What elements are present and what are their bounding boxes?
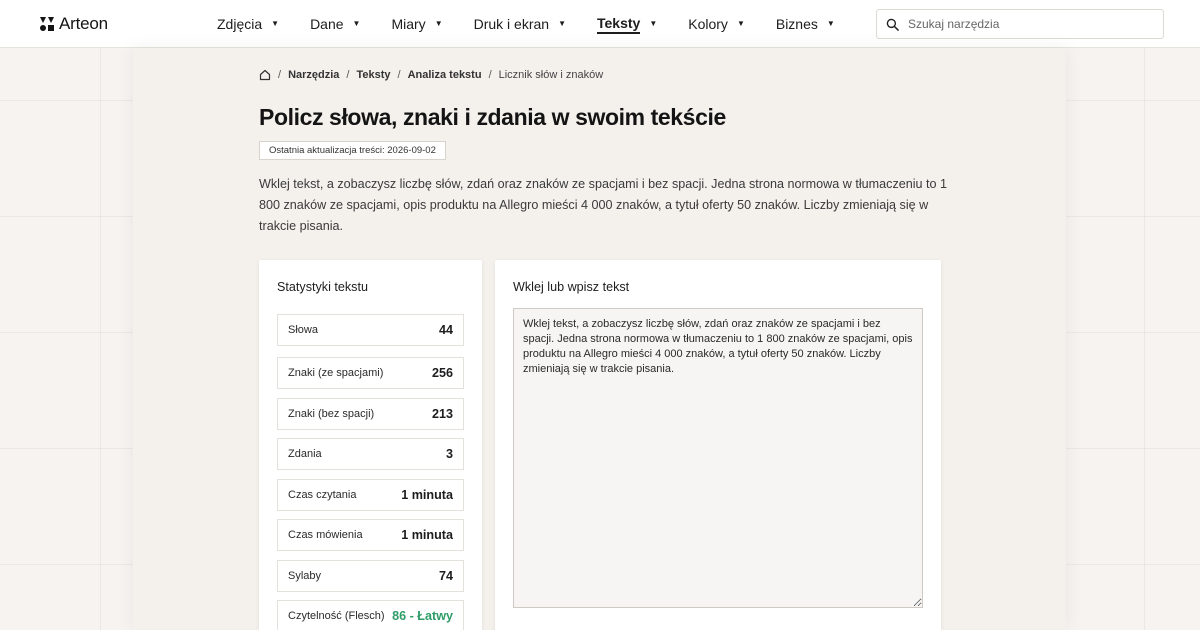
breadcrumb-separator: /: [278, 69, 282, 81]
nav-item-label: Miary: [391, 16, 426, 32]
search-input[interactable]: [908, 17, 1148, 31]
nav-item-label: Druk i ekran: [473, 16, 550, 32]
breadcrumb-link-analiza-tekstu[interactable]: Analiza tekstu: [408, 69, 482, 81]
stat-row-speaking-time: Czas mówienia 1 minuta: [277, 519, 464, 551]
stats-card-title: Statystyki tekstu: [277, 280, 368, 294]
home-icon[interactable]: [259, 69, 271, 81]
stat-row-reading-time: Czas czytania 1 minuta: [277, 479, 464, 511]
breadcrumb: / Narzędzia / Teksty / Analiza tekstu / …: [259, 69, 603, 81]
caret-down-icon: ▼: [352, 18, 361, 28]
nav-item-label: Dane: [310, 16, 344, 32]
stat-label: Czas czytania: [288, 489, 357, 501]
stat-row-words: Słowa 44: [277, 314, 464, 346]
intro-paragraph: Wklej tekst, a zobaczysz liczbę słów, zd…: [259, 177, 948, 233]
stat-row-chars-with-spaces: Znaki (ze spacjami) 256: [277, 357, 464, 389]
stat-label: Znaki (ze spacjami): [288, 367, 384, 379]
nav-item-zdjecia[interactable]: Zdjęcia ▼: [217, 16, 279, 32]
breadcrumb-separator: /: [488, 69, 492, 81]
main-nav: Zdjęcia ▼ Dane ▼ Miary ▼ Druk i ekran ▼ …: [217, 0, 866, 48]
nav-item-label: Biznes: [775, 16, 818, 32]
nav-item-teksty[interactable]: Teksty ▼: [597, 15, 657, 34]
stat-label: Czytelność (Flesch): [288, 610, 385, 622]
stat-label: Słowa: [288, 324, 318, 336]
stat-row-syllables: Sylaby 74: [277, 560, 464, 592]
last-updated-badge: Ostatnia aktualizacja treści: 2026-09-02: [259, 141, 446, 160]
brand-name: Arteon: [59, 14, 108, 33]
editor-title: Wklej lub wpisz tekst: [513, 280, 630, 294]
stat-row-sentences: Zdania 3: [277, 438, 464, 470]
brand-logo[interactable]: Arteon: [39, 14, 108, 34]
stat-label: Czas mówienia: [288, 529, 363, 541]
caret-down-icon: ▼: [649, 18, 658, 28]
readability-score: 86 - Łatwy: [392, 609, 453, 623]
stat-label: Zdania: [288, 448, 322, 460]
stat-value: 256: [431, 366, 453, 380]
stat-label: Sylaby: [288, 570, 322, 582]
nav-item-druk-i-ekran[interactable]: Druk i ekran ▼: [474, 16, 566, 32]
stat-row-chars-without-spaces: Znaki (bez spacji) 213: [277, 398, 464, 430]
stat-value: 1 minuta: [401, 488, 453, 502]
nav-item-label: Teksty: [597, 15, 641, 34]
search-box[interactable]: [876, 9, 1164, 39]
content-panel: / Narzędzia / Teksty / Analiza tekstu / …: [133, 48, 1066, 630]
page-title: Policz słowa, znaki i zdania w swoim tek…: [259, 104, 726, 130]
caret-down-icon: ▼: [434, 18, 443, 28]
caret-down-icon: ▼: [271, 18, 280, 28]
breadcrumb-separator: /: [397, 69, 401, 81]
nav-item-label: Zdjęcia: [217, 16, 263, 32]
stat-value: 1 minuta: [401, 528, 453, 542]
arteon-logo-icon: [40, 17, 54, 31]
text-editor-card: Wklej lub wpisz tekst: [495, 260, 941, 630]
search-icon: [886, 18, 899, 31]
caret-down-icon: ▼: [558, 18, 566, 28]
stat-value: 3: [445, 447, 453, 461]
text-input-area[interactable]: [513, 308, 923, 608]
breadcrumb-current: Licznik słów i znaków: [498, 69, 604, 81]
breadcrumb-separator: /: [346, 69, 350, 81]
stat-label: Znaki (bez spacji): [288, 408, 375, 420]
stat-value: 74: [438, 569, 453, 583]
nav-item-biznes[interactable]: Biznes ▼: [776, 16, 835, 32]
stat-value: 213: [431, 407, 453, 421]
nav-item-kolory[interactable]: Kolory ▼: [688, 16, 745, 32]
caret-down-icon: ▼: [736, 18, 745, 28]
nav-item-label: Kolory: [688, 16, 728, 32]
stat-row-readability: Czytelność (Flesch) 86 - Łatwy: [277, 600, 464, 630]
text-statistics-card: Statystyki tekstu Słowa 44 Znaki (ze spa…: [259, 260, 482, 630]
caret-down-icon: ▼: [826, 18, 835, 28]
breadcrumb-link-narzedzia[interactable]: Narzędzia: [288, 69, 339, 81]
top-navigation-bar: Arteon Zdjęcia ▼ Dane ▼ Miary ▼ Druk i e…: [0, 0, 1200, 48]
breadcrumb-link-teksty[interactable]: Teksty: [356, 69, 390, 81]
nav-item-miary[interactable]: Miary ▼: [391, 16, 442, 32]
nav-item-dane[interactable]: Dane ▼: [310, 16, 360, 32]
stat-value: 44: [438, 323, 453, 337]
